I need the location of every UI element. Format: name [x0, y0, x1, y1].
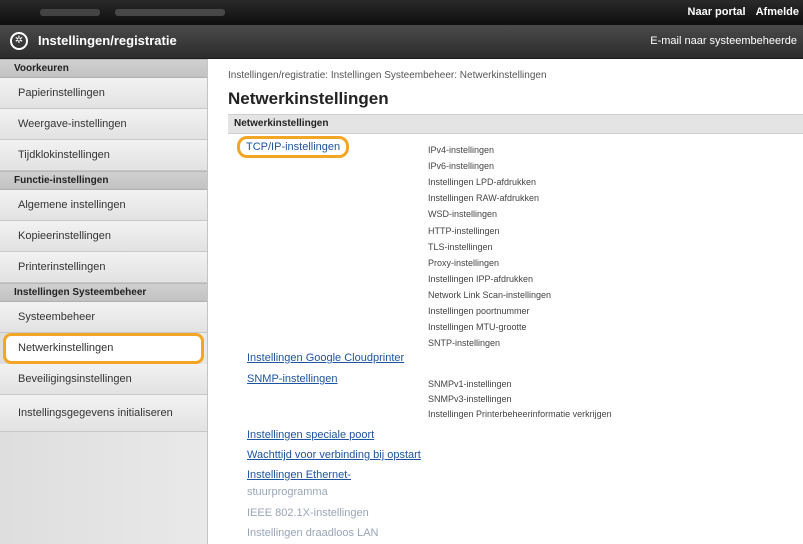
tcpip-settings-link[interactable]: TCP/IP-instellingen	[237, 136, 350, 158]
sidebar-item-initialize-data[interactable]: Instellingsgegevens initialiseren	[0, 395, 207, 432]
sidebar-item-display-settings[interactable]: Weergave-instellingen	[0, 109, 207, 140]
logout-link[interactable]: Afmelde	[756, 6, 799, 18]
settings-logo-icon: ✲	[10, 32, 28, 50]
main-content: Instellingen/registratie: Instellingen S…	[208, 59, 803, 544]
sidebar-item-common-settings[interactable]: Algemene instellingen	[0, 190, 207, 221]
tcpip-sub-item: HTTP-instellingen	[428, 225, 500, 236]
sidebar: Voorkeuren Papierinstellingen Weergave-i…	[0, 59, 208, 544]
tcpip-sub-item: Instellingen IPP-afdrukken	[428, 273, 534, 284]
sidebar-item-system-management[interactable]: Systeembeheer	[0, 302, 207, 333]
snmp-sub-item: SNMPv1-instellingen	[428, 379, 512, 389]
tcpip-sub-item: TLS-instellingen	[428, 241, 493, 252]
tcpip-sub-item: Instellingen RAW-afdrukken	[428, 193, 540, 204]
snmp-sub-item: Instellingen Printerbeheerinformatie ver…	[428, 409, 612, 419]
section-header: Netwerkinstellingen	[228, 114, 803, 134]
tcpip-sub-item: Instellingen LPD-afdrukken	[428, 177, 537, 188]
blurred-device-info	[115, 9, 225, 16]
sidebar-heading-preferences: Voorkeuren	[0, 59, 207, 78]
ethernet-driver-link[interactable]: Instellingen Ethernet-	[247, 469, 351, 481]
page-title: Netwerkinstellingen	[228, 89, 389, 108]
header-bar: ✲ Instellingen/registratie E-mail naar s…	[0, 25, 803, 59]
sidebar-heading-function-settings: Functie-instellingen	[0, 171, 207, 190]
email-admin-link[interactable]: E-mail naar systeembeheerde	[650, 35, 797, 47]
section-header-label: Netwerkinstellingen	[234, 118, 329, 129]
top-links: Naar portal Afmelde	[678, 6, 799, 18]
startup-wait-time-link[interactable]: Wachttijd voor verbinding bij opstart	[247, 449, 421, 461]
tcpip-sub-item: WSD-instellingen	[428, 209, 498, 220]
dedicated-port-link[interactable]: Instellingen speciale poort	[247, 429, 374, 441]
tcpip-sub-item: Network Link Scan-instellingen	[428, 289, 552, 300]
blurred-device-name	[40, 9, 100, 16]
tcpip-sub-item: Proxy-instellingen	[428, 257, 500, 268]
snmp-settings-link[interactable]: SNMP-instellingen	[247, 373, 337, 385]
tcpip-sub-item: IPv6-instellingen	[428, 161, 495, 172]
wireless-lan-link[interactable]: Instellingen draadloos LAN	[247, 527, 378, 539]
tcpip-sub-item: Instellingen MTU-grootte	[428, 322, 527, 333]
ethernet-driver-link-line2[interactable]: stuurprogramma	[247, 486, 328, 498]
tcpip-sub-item: Instellingen poortnummer	[428, 306, 530, 316]
google-cloud-print-link[interactable]: Instellingen Google Cloudprinter	[247, 352, 404, 364]
portal-link[interactable]: Naar portal	[688, 6, 746, 18]
snmp-sub-item: SNMPv3-instellingen	[428, 394, 512, 404]
tcpip-sub-item: IPv4-instellingen	[428, 145, 495, 155]
sidebar-item-printer-settings[interactable]: Printerinstellingen	[0, 252, 207, 283]
sidebar-heading-system-management: Instellingen Systeembeheer	[0, 283, 207, 302]
breadcrumb: Instellingen/registratie: Instellingen S…	[228, 70, 547, 81]
top-bar: Naar portal Afmelde	[0, 0, 803, 25]
sidebar-item-paper-settings[interactable]: Papierinstellingen	[0, 78, 207, 109]
tcpip-sub-item: SNTP-instellingen	[428, 338, 501, 349]
sidebar-item-network-settings[interactable]: Netwerkinstellingen	[3, 333, 204, 364]
sidebar-item-security-settings[interactable]: Beveiligingsinstellingen	[0, 364, 207, 395]
header-title: Instellingen/registratie	[38, 33, 177, 48]
sidebar-item-copy-settings[interactable]: Kopieerinstellingen	[0, 221, 207, 252]
sidebar-item-timer-settings[interactable]: Tijdklokinstellingen	[0, 140, 207, 171]
ieee8021x-link[interactable]: IEEE 802.1X-instellingen	[247, 507, 369, 519]
